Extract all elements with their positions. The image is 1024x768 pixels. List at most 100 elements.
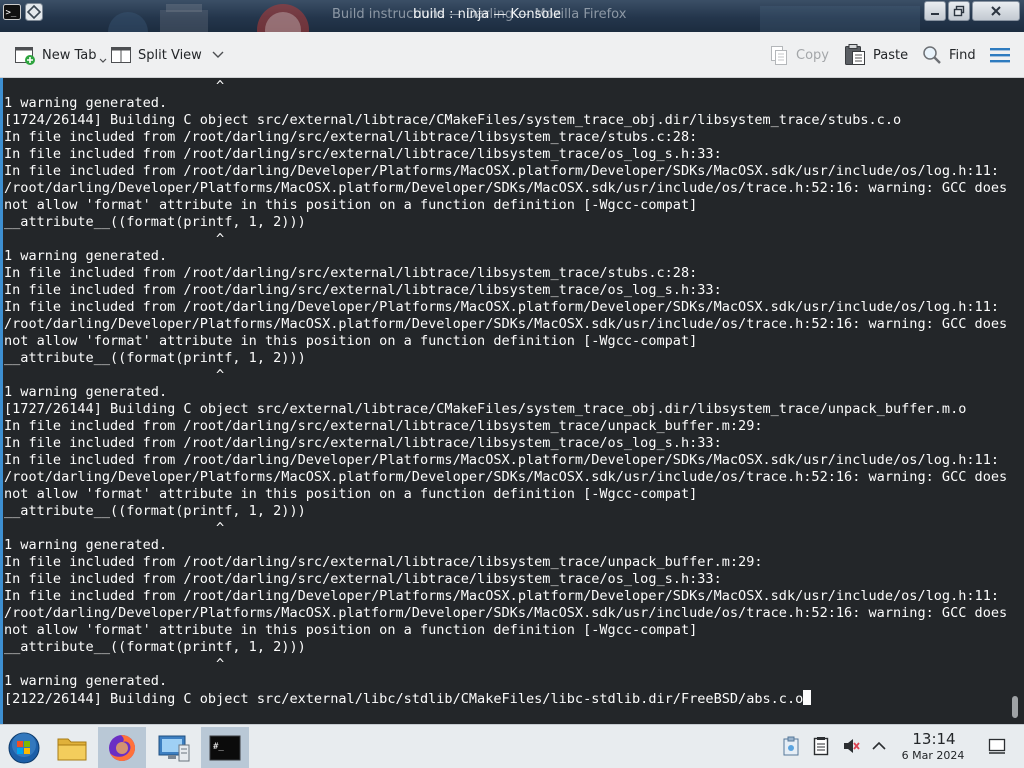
taskbar-file-manager[interactable] <box>48 727 96 768</box>
search-icon <box>923 46 941 64</box>
terminal-line-text: __attribute__((format(printf, 1, 2))) <box>4 503 306 519</box>
terminal-line-text: 1 warning generated. <box>4 384 168 400</box>
terminal-line-text: not allow 'format' attribute in this pos… <box>4 622 698 638</box>
terminal-line: In file included from /root/darling/src/… <box>4 418 1000 435</box>
window-title-bar[interactable]: >_ Build instructions — Darling — Mozill… <box>0 0 1024 32</box>
new-tab-button[interactable]: New Tab <box>14 32 107 78</box>
konsole-app-icon[interactable]: >_ <box>2 2 22 22</box>
terminal-line-text: ^ <box>4 231 225 247</box>
copy-icon <box>771 46 787 65</box>
terminal-line-text: ^ <box>4 656 225 672</box>
window-menu-icon[interactable] <box>24 2 44 22</box>
paste-icon <box>845 44 865 65</box>
terminal-line: /root/darling/Developer/Platforms/MacOSX… <box>4 316 1007 333</box>
terminal-line-text: ^ <box>4 78 225 94</box>
svg-text:#_: #_ <box>213 742 224 752</box>
terminal-line-text: In file included from /root/darling/Deve… <box>4 163 1000 179</box>
terminal-line: 1 warning generated. <box>4 673 1000 690</box>
terminal-line-text: In file included from /root/darling/src/… <box>4 265 698 281</box>
terminal-line: not allow 'format' attribute in this pos… <box>4 622 1000 639</box>
active-view-indicator <box>0 78 3 724</box>
taskbar-konsole[interactable]: #_ <box>201 727 249 768</box>
paste-button[interactable]: Paste <box>843 32 908 78</box>
terminal-line: not allow 'format' attribute in this pos… <box>4 333 1000 350</box>
terminal-view[interactable]: ^ 1 warning generated. [1724/26144] Buildi… <box>0 78 1024 724</box>
terminal-line: In file included from /root/darling/src/… <box>4 146 1000 163</box>
terminal-line: not allow 'format' attribute in this pos… <box>4 486 1000 503</box>
terminal-line: ^ <box>4 367 1000 384</box>
terminal-line: 1 warning generated. <box>4 537 1000 554</box>
terminal-icon: #_ <box>209 735 241 761</box>
clock-time[interactable]: 13:14 <box>902 730 966 748</box>
chevron-down-icon <box>99 58 106 63</box>
terminal-line: ^ <box>4 78 1000 95</box>
terminal-line: 1 warning generated. <box>4 384 1000 401</box>
terminal-line: In file included from /root/darling/Deve… <box>4 163 1000 180</box>
terminal-line-text: In file included from /root/darling/src/… <box>4 571 722 587</box>
terminal-line-text: 1 warning generated. <box>4 673 168 689</box>
terminal-line: [1727/26144] Building C object src/exter… <box>4 401 1000 418</box>
maximize-button[interactable] <box>948 1 970 21</box>
terminal-line-text: In file included from /root/darling/Deve… <box>4 588 1000 604</box>
terminal-line-text: __attribute__((format(printf, 1, 2))) <box>4 350 306 366</box>
copy-button[interactable]: Copy <box>768 32 829 78</box>
terminal-line-text: /root/darling/Developer/Platforms/MacOSX… <box>4 180 1008 196</box>
hamburger-menu-button[interactable] <box>988 32 1012 78</box>
terminal-line: __attribute__((format(printf, 1, 2))) <box>4 214 1000 231</box>
new-tab-label: New Tab <box>42 47 97 63</box>
terminal-line: __attribute__((format(printf, 1, 2))) <box>4 639 1000 656</box>
close-button[interactable] <box>972 1 1020 21</box>
terminal-line: In file included from /root/darling/src/… <box>4 129 1000 146</box>
start-orb-icon <box>8 732 40 764</box>
terminal-line-text: In file included from /root/darling/Deve… <box>4 452 1000 468</box>
terminal-line-text: /root/darling/Developer/Platforms/MacOSX… <box>4 316 1008 332</box>
show-desktop-icon[interactable] <box>986 735 1008 757</box>
taskbar-system-settings[interactable] <box>150 727 198 768</box>
minimize-button[interactable] <box>924 1 946 21</box>
taskbar: #_ 13:14 6 Mar 2024 <box>0 724 1024 768</box>
terminal-line: __attribute__((format(printf, 1, 2))) <box>4 350 1000 367</box>
terminal-line-text: __attribute__((format(printf, 1, 2))) <box>4 214 306 230</box>
terminal-line-text: 1 warning generated. <box>4 248 168 264</box>
terminal-line: [1724/26144] Building C object src/exter… <box>4 112 1000 129</box>
split-view-button[interactable]: Split View <box>110 32 224 78</box>
copy-label: Copy <box>796 47 829 63</box>
terminal-line: ^ <box>4 656 1000 673</box>
application-menu-button[interactable] <box>0 727 48 768</box>
notes-icon[interactable] <box>810 735 832 757</box>
split-view-label: Split View <box>138 47 202 63</box>
terminal-line: In file included from /root/darling/Deve… <box>4 299 1000 316</box>
volume-muted-icon[interactable] <box>840 735 862 757</box>
terminal-line-text: not allow 'format' attribute in this pos… <box>4 333 698 349</box>
terminal-line-text: ^ <box>4 367 225 383</box>
terminal-line: In file included from /root/darling/Deve… <box>4 452 1000 469</box>
scrollbar-thumb[interactable] <box>1012 696 1018 718</box>
terminal-line-text: In file included from /root/darling/src/… <box>4 129 698 145</box>
terminal-line: In file included from /root/darling/src/… <box>4 435 1000 452</box>
terminal-line-text: /root/darling/Developer/Platforms/MacOSX… <box>4 469 1008 485</box>
tray-expand-icon[interactable] <box>868 735 890 757</box>
terminal-line: /root/darling/Developer/Platforms/MacOSX… <box>4 469 1007 486</box>
find-label: Find <box>949 47 976 63</box>
terminal-scrollbar[interactable] <box>1010 78 1020 724</box>
chevron-down-icon <box>212 51 224 58</box>
terminal-line-text: __attribute__((format(printf, 1, 2))) <box>4 639 306 655</box>
terminal-line-text: [2122/26144] Building C object src/exter… <box>4 691 804 707</box>
monitor-settings-icon <box>158 735 190 762</box>
window-title: build : ninja — Konsole <box>413 7 561 22</box>
clipboard-icon[interactable] <box>780 735 802 757</box>
konsole-toolbar: New Tab Split View Copy Paste Find <box>0 32 1024 78</box>
folder-icon <box>57 738 87 761</box>
terminal-line-text: 1 warning generated. <box>4 537 168 553</box>
clock-date[interactable]: 6 Mar 2024 <box>894 749 972 762</box>
terminal-line-text: /root/darling/Developer/Platforms/MacOSX… <box>4 605 1008 621</box>
svg-text:>_: >_ <box>6 8 17 18</box>
terminal-line-text: ^ <box>4 520 225 536</box>
terminal-line: /root/darling/Developer/Platforms/MacOSX… <box>4 605 1007 622</box>
find-button[interactable]: Find <box>921 32 976 78</box>
restore-icon <box>953 5 965 17</box>
paste-label: Paste <box>873 47 909 63</box>
terminal-line: In file included from /root/darling/src/… <box>4 571 1000 588</box>
new-tab-icon <box>15 47 35 65</box>
taskbar-firefox[interactable] <box>98 727 146 768</box>
